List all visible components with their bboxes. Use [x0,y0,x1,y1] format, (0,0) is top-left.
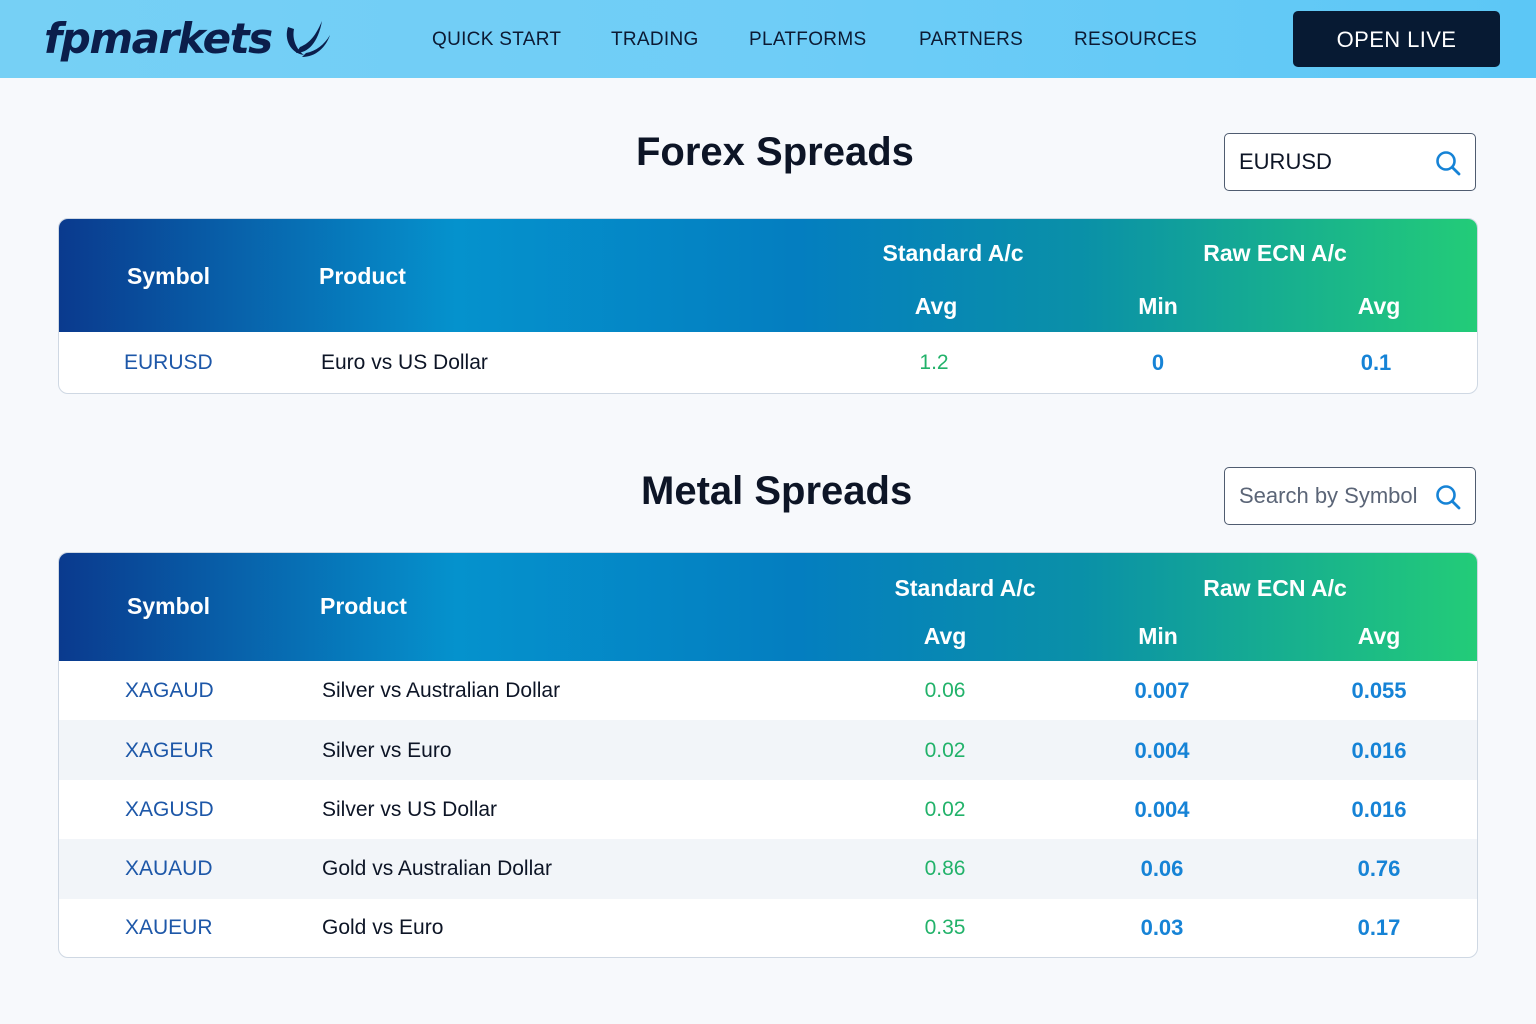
cell-product: Gold vs Australian Dollar [322,857,552,880]
nav-trading[interactable]: TRADING [611,0,699,78]
column-raw-avg: Avg [1357,623,1401,649]
metal-section-title: Metal Spreads [641,469,913,513]
column-group-raw-ecn: Raw ECN A/c [1203,575,1347,601]
cell-raw-avg: 0.016 [1351,738,1407,763]
column-group-standard: Standard A/c [894,575,1036,601]
cell-raw-min: 0.004 [1134,738,1190,763]
column-raw-min: Min [1138,293,1178,319]
forex-search-input[interactable] [1239,134,1429,189]
cell-symbol[interactable]: XAGUSD [125,798,214,822]
column-symbol: Symbol [127,593,211,619]
metal-spreads-table: Symbol Product Standard A/c Raw ECN A/c … [58,552,1478,958]
nav-platforms[interactable]: PLATFORMS [749,0,866,78]
metal-search[interactable] [1224,467,1476,525]
cell-standard-avg: 0.35 [924,916,966,939]
cell-raw-avg: 0.17 [1357,915,1401,940]
cell-standard-avg: 0.02 [924,798,966,821]
cell-product: Silver vs US Dollar [322,798,498,821]
cell-symbol[interactable]: XAGEUR [125,739,214,763]
cell-raw-avg: 0.1 [1360,350,1392,375]
column-product: Product [319,263,406,289]
cell-symbol[interactable]: EURUSD [124,351,213,375]
search-icon[interactable] [1435,484,1461,510]
cell-standard-avg: 1.2 [919,351,949,374]
cell-raw-min: 0.06 [1140,856,1184,881]
forex-section-title: Forex Spreads [636,130,914,174]
cell-raw-min: 0.03 [1140,915,1184,940]
table-header: Symbol Product Standard A/c Raw ECN A/c … [59,553,1477,661]
nav-partners[interactable]: PARTNERS [919,0,1023,78]
table-row[interactable]: XAGUSD Silver vs US Dollar 0.02 0.004 0.… [59,780,1477,839]
cell-standard-avg: 0.06 [924,679,966,702]
cell-product: Silver vs Euro [322,739,452,762]
column-standard-avg: Avg [914,293,958,319]
column-raw-min: Min [1138,623,1178,649]
cell-product: Euro vs US Dollar [321,351,488,374]
cell-raw-avg: 0.016 [1351,797,1407,822]
table-row[interactable]: XAUEUR Gold vs Euro 0.35 0.03 0.17 [59,899,1477,957]
nav-quick-start[interactable]: QUICK START [432,0,561,78]
table-row[interactable]: XAGEUR Silver vs Euro 0.02 0.004 0.016 [59,720,1477,780]
table-row[interactable]: EURUSD Euro vs US Dollar 1.2 0 0.1 [59,332,1477,393]
open-live-button[interactable]: OPEN LIVE [1293,11,1500,67]
cell-symbol[interactable]: XAUEUR [125,916,213,940]
cell-raw-avg: 0.76 [1357,856,1401,881]
column-raw-avg: Avg [1357,293,1401,319]
cell-raw-avg: 0.055 [1351,678,1407,703]
table-header: Symbol Product Standard A/c Raw ECN A/c … [59,219,1477,332]
column-group-raw-ecn: Raw ECN A/c [1203,240,1347,266]
cell-symbol[interactable]: XAUAUD [125,857,213,881]
forex-spreads-table: Symbol Product Standard A/c Raw ECN A/c … [58,218,1478,394]
search-icon[interactable] [1435,150,1461,176]
top-navigation-bar: fpmarkets QUICK START TRADING PLATFORMS … [0,0,1536,78]
column-standard-avg: Avg [923,623,967,649]
cell-standard-avg: 0.86 [924,857,966,880]
cell-symbol[interactable]: XAGAUD [125,679,214,703]
column-product: Product [320,593,407,619]
metal-search-input[interactable] [1239,468,1429,523]
cell-standard-avg: 0.02 [924,739,966,762]
cell-product: Silver vs Australian Dollar [322,679,561,702]
cell-raw-min: 0 [1151,350,1165,375]
column-group-standard: Standard A/c [882,240,1024,266]
nav-resources[interactable]: RESOURCES [1074,0,1197,78]
table-row[interactable]: XAGAUD Silver vs Australian Dollar 0.06 … [59,661,1477,720]
cell-raw-min: 0.004 [1134,797,1190,822]
column-symbol: Symbol [127,263,211,289]
cell-product: Gold vs Euro [322,916,444,939]
forex-search[interactable] [1224,133,1476,191]
table-row[interactable]: XAUAUD Gold vs Australian Dollar 0.86 0.… [59,839,1477,899]
cell-raw-min: 0.007 [1134,678,1190,703]
